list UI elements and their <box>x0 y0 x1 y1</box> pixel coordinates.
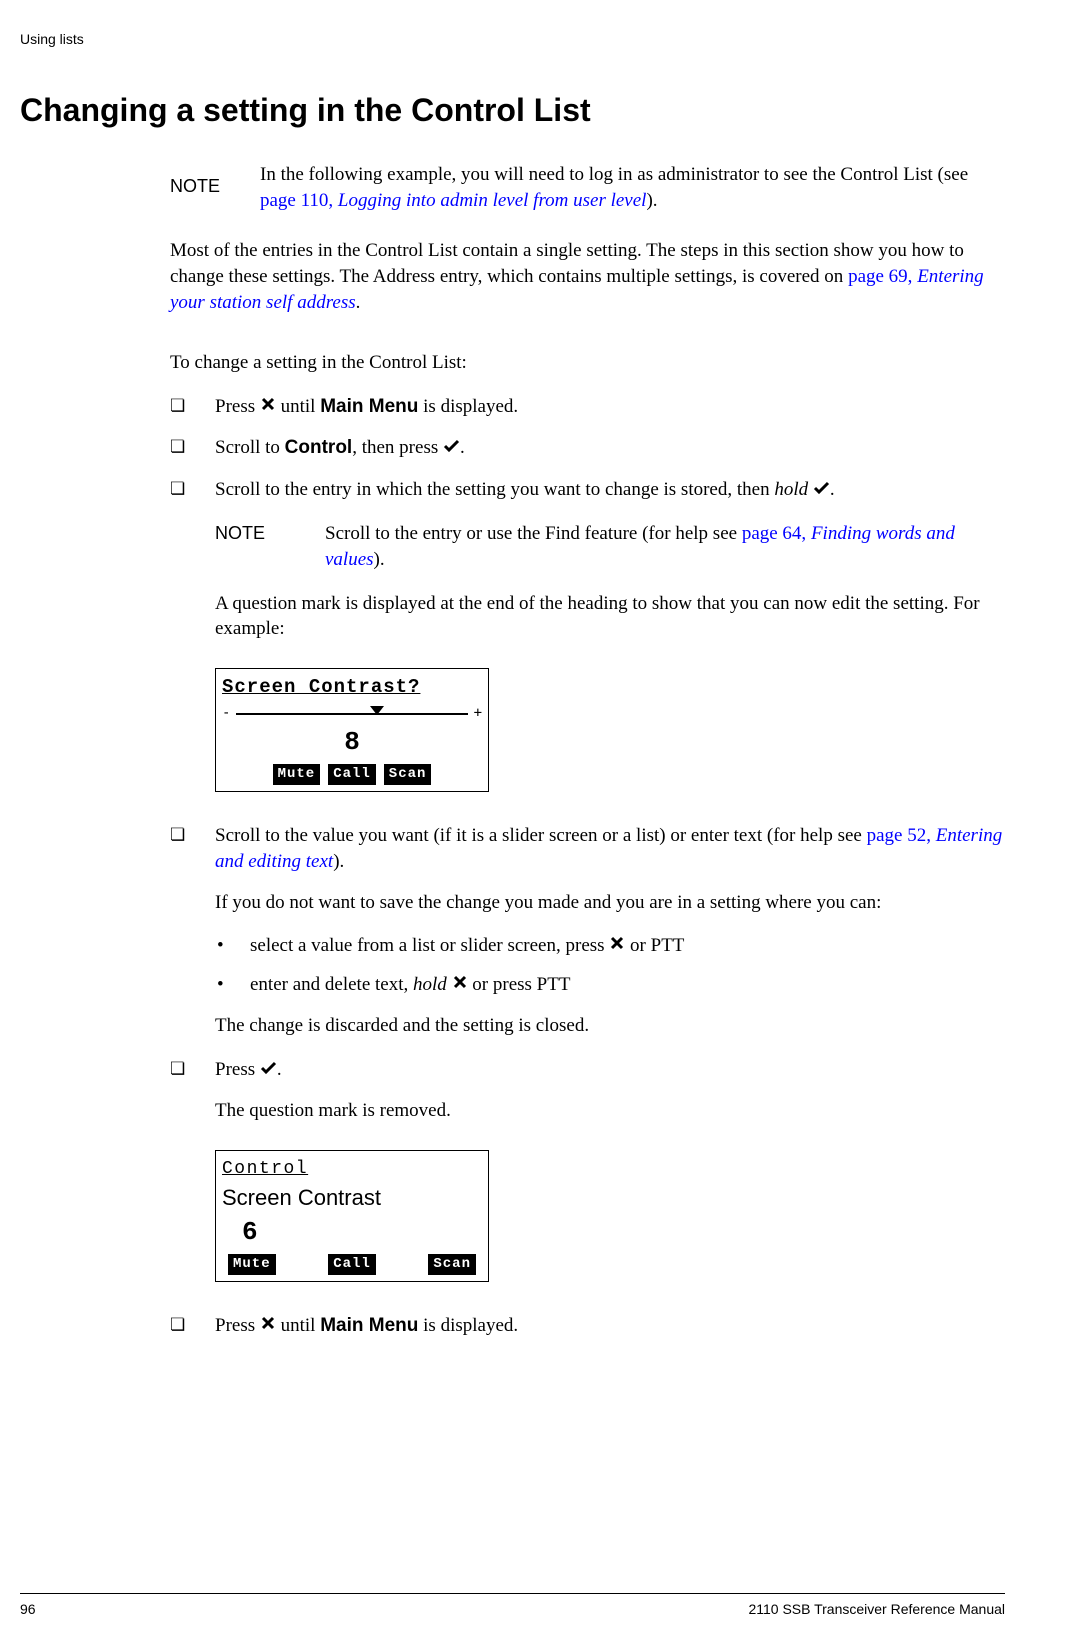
link-page-110[interactable]: page 110, <box>260 190 338 211</box>
step-5: Press . The question mark is removed. Co… <box>170 1057 1005 1298</box>
s5-p2: The question mark is removed. <box>215 1098 1005 1124</box>
note-text: In the following example, you will need … <box>260 162 1005 213</box>
s6-c: is displayed. <box>418 1315 518 1336</box>
b2-italic: hold <box>413 974 447 995</box>
x-icon <box>452 972 468 998</box>
x-icon <box>260 394 276 420</box>
b2-c: or press PTT <box>468 974 571 995</box>
para1-b: . <box>356 292 361 313</box>
b1-a: select a value from a list or slider scr… <box>250 935 609 956</box>
s6-a: Press <box>215 1315 260 1336</box>
slider-track <box>236 713 467 715</box>
s1-c: is displayed. <box>418 396 518 417</box>
page-number: 96 <box>20 1600 36 1619</box>
s6-b: until <box>276 1315 320 1336</box>
s4-p3: The change is discarded and the setting … <box>215 1013 1005 1039</box>
lcd1-slider: - + <box>222 704 482 723</box>
s6-bold: Main Menu <box>320 1315 418 1336</box>
note-label: NOTE <box>170 162 260 198</box>
s3-para: A question mark is displayed at the end … <box>215 591 1005 642</box>
page-header: Using lists <box>20 30 1005 49</box>
step-2: Scroll to Control, then press . <box>170 435 1005 461</box>
b2-a: enter and delete text, <box>250 974 413 995</box>
slider-thumb <box>370 706 384 715</box>
s1-b: until <box>276 396 320 417</box>
link-page-64[interactable]: page 64, <box>742 523 811 544</box>
s5-b: . <box>277 1059 282 1080</box>
note-admin: NOTE In the following example, you will … <box>170 162 1005 213</box>
note2-b: ). <box>374 549 385 570</box>
lcd-btn-scan: Scan <box>428 1254 476 1275</box>
s1-a: Press <box>215 396 260 417</box>
lcd1-value: 8 <box>222 725 482 760</box>
note-find: NOTE Scroll to the entry or use the Find… <box>215 521 1005 572</box>
bullet-enter-delete: enter and delete text, hold or press PTT <box>215 972 1005 998</box>
note2-a: Scroll to the entry or use the Find feat… <box>325 523 742 544</box>
steps-list: Press until Main Menu is displayed. Scro… <box>170 394 1005 1339</box>
s2-bold: Control <box>285 437 353 458</box>
note-text: Scroll to the entry or use the Find feat… <box>325 521 1005 572</box>
link-logging-admin[interactable]: Logging into admin level from user level <box>338 190 647 211</box>
lcd-btn-scan: Scan <box>384 764 432 785</box>
s2-c: . <box>460 437 465 458</box>
lcd-btn-mute: Mute <box>273 764 321 785</box>
s1-bold: Main Menu <box>320 396 418 417</box>
lcd1-footer: Mute Call Scan <box>222 764 482 785</box>
steps-intro: To change a setting in the Control List: <box>170 350 1005 376</box>
note-label: NOTE <box>215 521 325 545</box>
x-icon <box>260 1313 276 1339</box>
para1-a: Most of the entries in the Control List … <box>170 240 964 287</box>
s5-a: Press <box>215 1059 260 1080</box>
lcd2-title: Control <box>222 1157 482 1181</box>
s3-a: Scroll to the entry in which the setting… <box>215 479 774 500</box>
check-icon <box>260 1057 277 1083</box>
step-6: Press until Main Menu is displayed. <box>170 1313 1005 1339</box>
slider-minus: - <box>222 704 230 723</box>
lcd2-subtitle: Screen Contrast <box>222 1183 482 1213</box>
s2-b: , then press <box>352 437 443 458</box>
step-4: Scroll to the value you want (if it is a… <box>170 823 1005 1038</box>
note1-text-a: In the following example, you will need … <box>260 164 968 185</box>
link-page-52[interactable]: page 52, <box>867 825 936 846</box>
note1-text-b: ). <box>646 190 657 211</box>
s4-b: ). <box>333 851 344 872</box>
slider-plus: + <box>474 704 482 723</box>
step-1: Press until Main Menu is displayed. <box>170 394 1005 420</box>
x-icon <box>609 933 625 959</box>
s3-c: . <box>830 479 835 500</box>
s4-p2: If you do not want to save the change yo… <box>215 890 1005 916</box>
lcd2-value: 6 <box>222 1215 482 1250</box>
s4-bullet-list: select a value from a list or slider scr… <box>215 933 1005 998</box>
lcd-btn-call: Call <box>328 1254 376 1275</box>
bullet-select-value: select a value from a list or slider scr… <box>215 933 1005 959</box>
s3-italic: hold <box>774 479 808 500</box>
check-icon <box>813 477 830 503</box>
doc-title: 2110 SSB Transceiver Reference Manual <box>748 1600 1005 1619</box>
s4-a: Scroll to the value you want (if it is a… <box>215 825 867 846</box>
check-icon <box>443 435 460 461</box>
para-intro: Most of the entries in the Control List … <box>170 238 1005 315</box>
lcd2-footer: Mute Call Scan <box>222 1254 482 1275</box>
lcd1-title: Screen Contrast? <box>222 675 482 701</box>
link-page-69[interactable]: page 69, <box>848 266 917 287</box>
step-3: Scroll to the entry in which the setting… <box>170 477 1005 809</box>
lcd-screen-contrast-edit: Screen Contrast? - + 8 Mute Call Scan <box>215 668 489 793</box>
page-footer: 96 2110 SSB Transceiver Reference Manual <box>20 1593 1005 1619</box>
page-title: Changing a setting in the Control List <box>20 89 1005 132</box>
lcd-btn-call: Call <box>328 764 376 785</box>
s2-a: Scroll to <box>215 437 285 458</box>
lcd-screen-contrast-view: Control Screen Contrast 6 Mute Call Scan <box>215 1150 489 1282</box>
lcd-btn-mute: Mute <box>228 1254 276 1275</box>
b1-b: or PTT <box>625 935 684 956</box>
